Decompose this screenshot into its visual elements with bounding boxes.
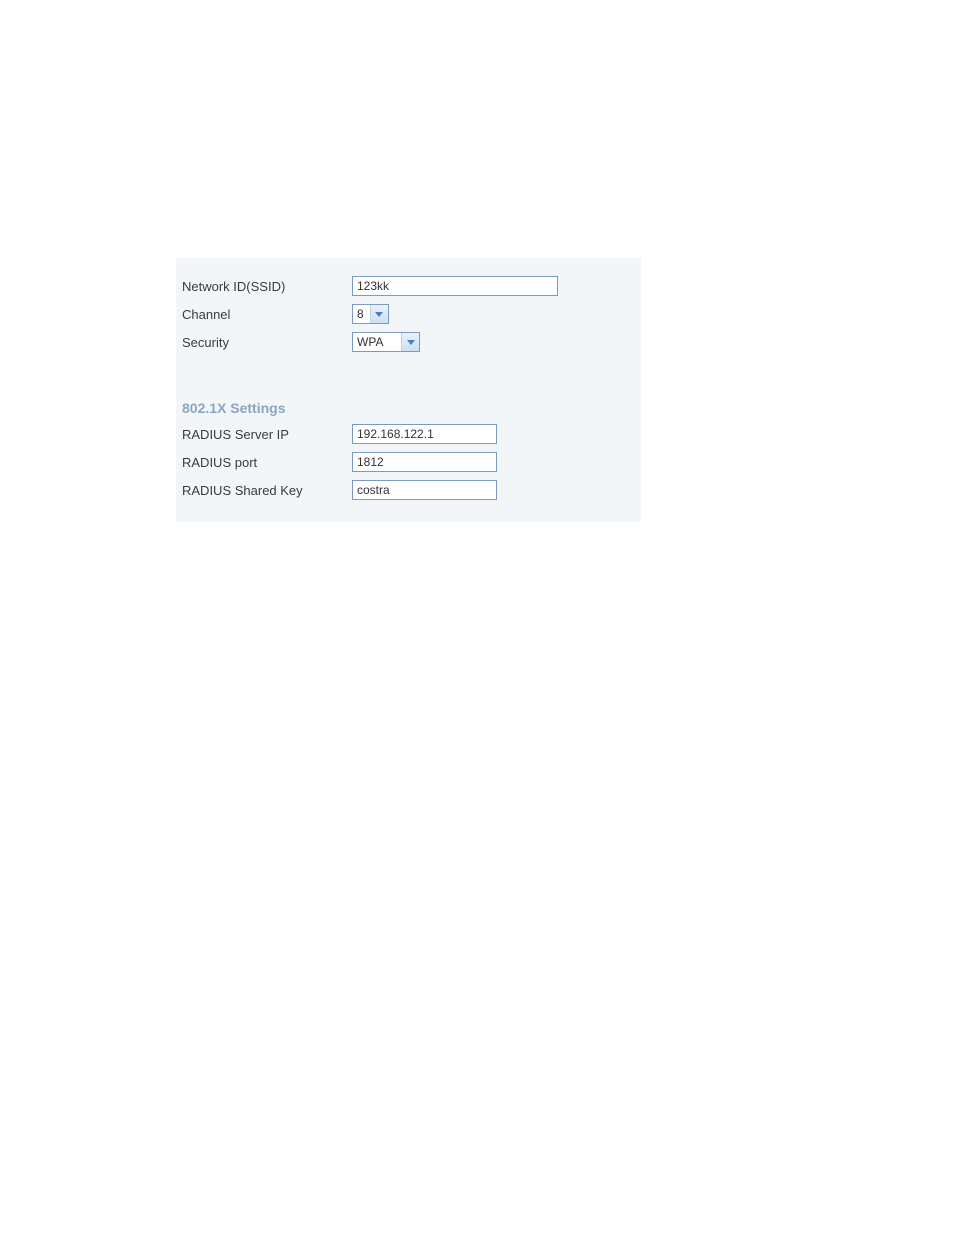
radius-server-ip-label: RADIUS Server IP: [182, 427, 352, 442]
channel-select-button[interactable]: [370, 305, 388, 323]
radius-shared-key-label: RADIUS Shared Key: [182, 483, 352, 498]
channel-label: Channel: [182, 307, 352, 322]
chevron-down-icon: [375, 312, 383, 317]
security-select-value: WPA: [353, 333, 401, 351]
ssid-input[interactable]: [352, 276, 558, 296]
chevron-down-icon: [407, 340, 415, 345]
radius-port-label: RADIUS port: [182, 455, 352, 470]
ssid-label: Network ID(SSID): [182, 279, 352, 294]
security-row: Security WPA: [182, 328, 641, 356]
security-select-button[interactable]: [401, 333, 419, 351]
wireless-settings-panel: Network ID(SSID) Channel 8 Security WPA …: [176, 258, 641, 522]
security-label: Security: [182, 335, 352, 350]
channel-select[interactable]: 8: [352, 304, 389, 324]
radius-port-row: RADIUS port: [182, 448, 641, 476]
channel-row: Channel 8: [182, 300, 641, 328]
radius-server-ip-input[interactable]: [352, 424, 497, 444]
ssid-row: Network ID(SSID): [182, 272, 641, 300]
security-select[interactable]: WPA: [352, 332, 420, 352]
radius-server-ip-row: RADIUS Server IP: [182, 420, 641, 448]
radius-port-input[interactable]: [352, 452, 497, 472]
radius-shared-key-input[interactable]: [352, 480, 497, 500]
section-title-8021x: 802.1X Settings: [182, 400, 641, 416]
channel-select-value: 8: [353, 305, 370, 323]
radius-shared-key-row: RADIUS Shared Key: [182, 476, 641, 504]
